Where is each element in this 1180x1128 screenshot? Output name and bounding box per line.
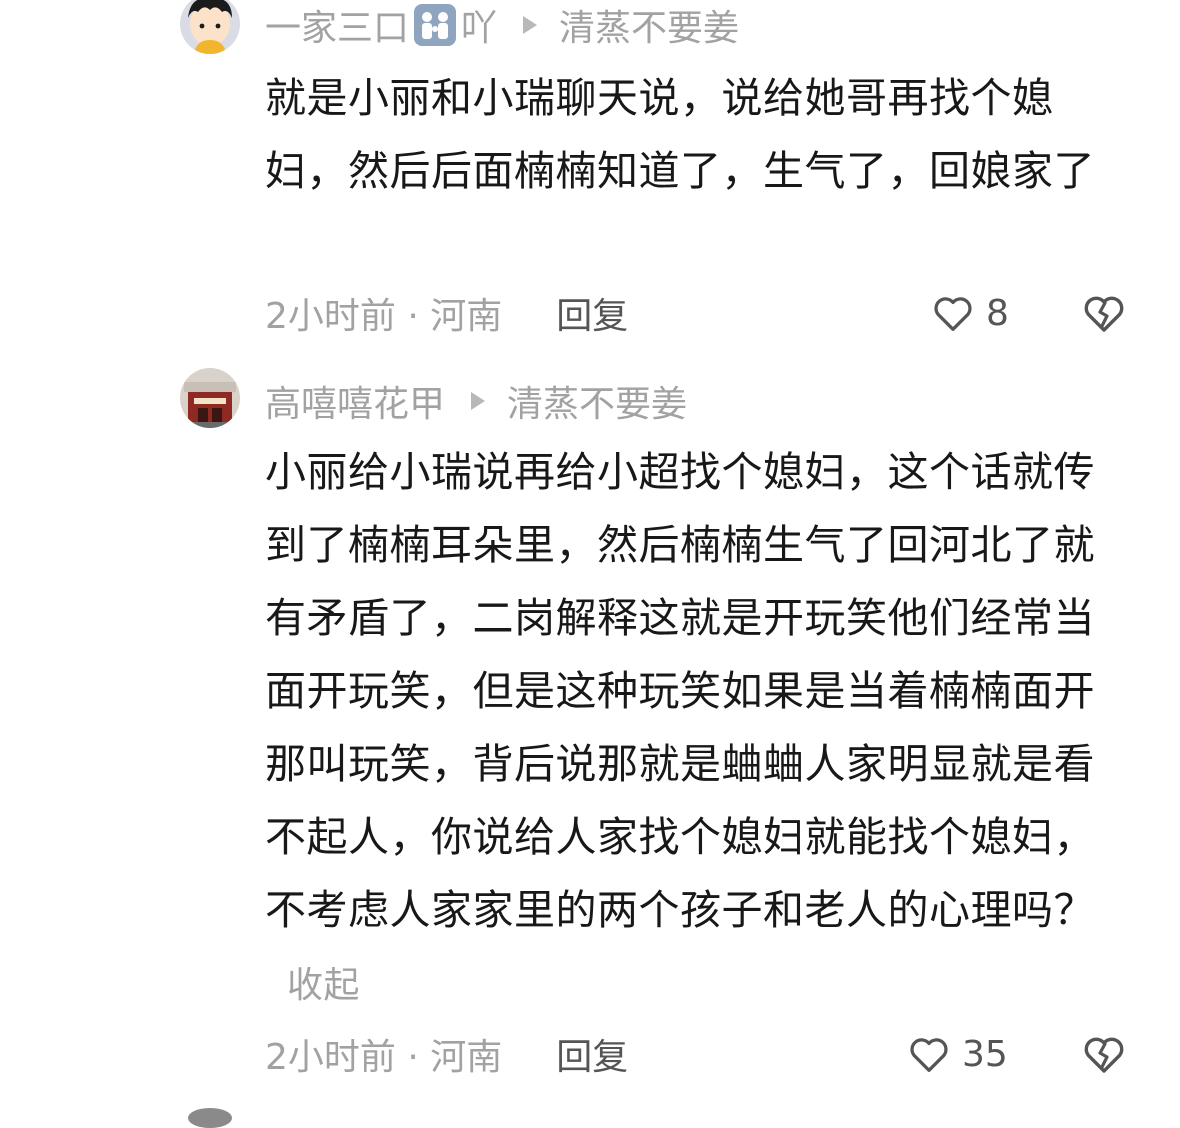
- reply-to-name[interactable]: 清蒸不要姜: [507, 375, 687, 427]
- broken-heart-outline-icon: [1084, 1037, 1124, 1073]
- like-count: 8: [986, 292, 1009, 334]
- collapse-button[interactable]: 收起: [287, 965, 360, 1006]
- comment-item: 一家三口 吖 清蒸不要姜 就是小丽和小瑞聊天说，说给她哥再找个媳妇，然后后面楠楠…: [0, 0, 1180, 360]
- avatar[interactable]: [180, 368, 240, 428]
- comment-text-content: 小丽给小瑞说再给小超找个媳妇，这个话就传到了楠楠耳朵里，然后楠楠生气了回河北了就…: [265, 448, 1095, 934]
- reply-button[interactable]: 回复: [556, 287, 628, 339]
- like-button[interactable]: 35: [906, 1029, 1008, 1079]
- reply-button[interactable]: 回复: [556, 1028, 628, 1080]
- like-count: 35: [962, 1033, 1008, 1075]
- triangle-right-icon: [523, 16, 538, 34]
- comment-text: 小丽给小瑞说再给小超找个媳妇，这个话就传到了楠楠耳朵里，然后楠楠生气了回河北了就…: [265, 436, 1115, 1022]
- triangle-right-icon: [471, 392, 486, 410]
- author-name[interactable]: 一家三口: [265, 0, 409, 51]
- dislike-button[interactable]: [1080, 1030, 1128, 1078]
- avatar[interactable]: [180, 0, 240, 54]
- comment-item: 高嘻嘻花甲 清蒸不要姜 小丽给小瑞说再给小超找个媳妇，这个话就传到了楠楠耳朵里，…: [0, 360, 1180, 1100]
- comment-text: 就是小丽和小瑞聊天说，说给她哥再找个媳妇，然后后面楠楠知道了，生气了，回娘家了: [265, 62, 1115, 208]
- broken-heart-outline-icon: [1084, 296, 1124, 332]
- author-suffix: 吖: [461, 8, 498, 49]
- heart-outline-icon: [934, 297, 972, 331]
- time-location: 2小时前 · 河南: [265, 296, 503, 337]
- comment-meta: 2小时前 · 河南 回复: [265, 1029, 628, 1079]
- reply-to-name[interactable]: 清蒸不要姜: [559, 0, 739, 51]
- comment-text-content: 就是小丽和小瑞聊天说，说给她哥再找个媳妇，然后后面楠楠知道了，生气了，回娘家了: [265, 74, 1095, 195]
- dislike-button[interactable]: [1080, 289, 1128, 337]
- author-name[interactable]: 高嘻嘻花甲: [265, 375, 445, 427]
- comment-meta: 2小时前 · 河南 回复: [265, 288, 628, 338]
- time-location: 2小时前 · 河南: [265, 1037, 503, 1078]
- like-button[interactable]: 8: [930, 288, 1009, 338]
- comment-header: 高嘻嘻花甲 清蒸不要姜: [265, 376, 687, 426]
- next-comment-avatar[interactable]: [188, 1108, 232, 1128]
- comment-header: 一家三口 吖 清蒸不要姜: [265, 0, 739, 50]
- family-emoji-icon: [413, 3, 457, 47]
- heart-outline-icon: [910, 1038, 948, 1072]
